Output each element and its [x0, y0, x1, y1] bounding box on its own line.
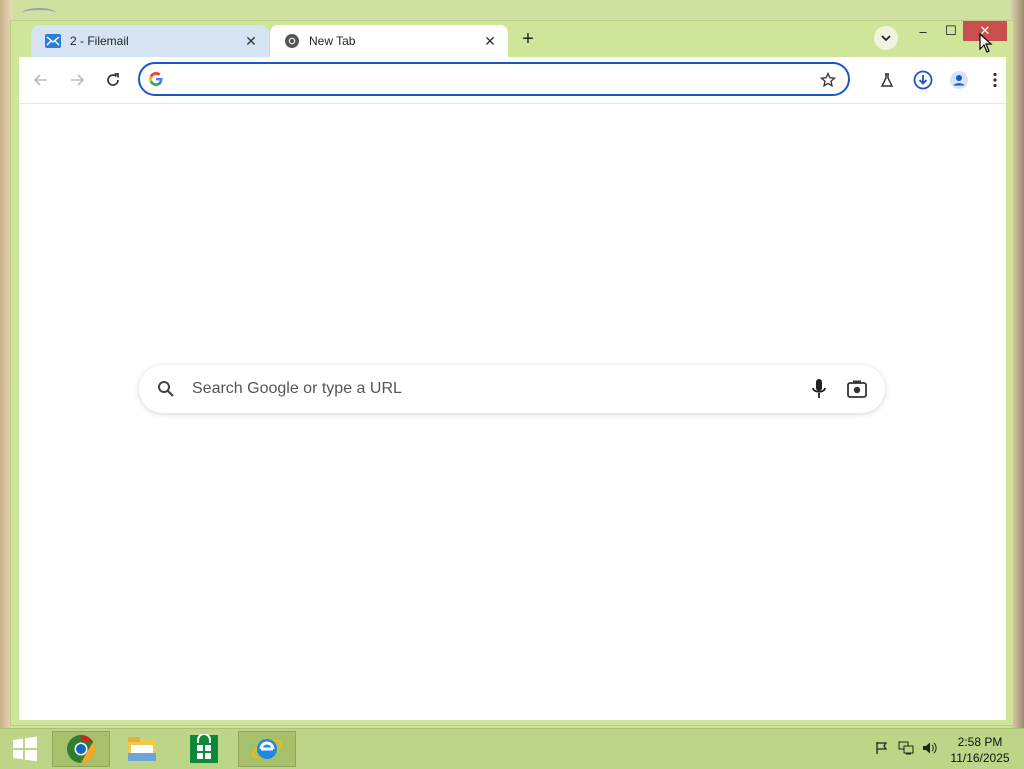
forward-arrow-icon	[71, 74, 85, 86]
internet-explorer-icon	[252, 739, 282, 759]
tab-search-button[interactable]	[874, 26, 898, 50]
back-button[interactable]	[29, 68, 53, 92]
tab-filemail[interactable]: 2 - Filemail ✕	[31, 25, 269, 57]
reload-button[interactable]	[101, 68, 125, 92]
omnibox-input[interactable]	[172, 70, 816, 90]
clock-date: 11/16/2025	[950, 751, 1010, 765]
ntp-search-box[interactable]: Search Google or type a URL	[139, 365, 885, 413]
camera-lens-icon[interactable]	[846, 379, 868, 399]
store-icon	[190, 734, 218, 763]
bookmark-button[interactable]	[818, 70, 838, 90]
chevron-down-icon	[881, 35, 891, 42]
ntp-search-placeholder: Search Google or type a URL	[192, 380, 402, 397]
network-icon[interactable]	[897, 739, 915, 757]
profile-button[interactable]	[947, 68, 971, 92]
taskbar: 2:58 PM 11/16/2025	[0, 728, 1024, 769]
mouse-cursor-icon	[979, 33, 993, 53]
windows-start-icon	[13, 736, 37, 762]
volume-icon[interactable]	[921, 739, 939, 757]
tab-new-tab[interactable]: New Tab ✕	[270, 25, 508, 57]
profile-icon	[950, 71, 968, 89]
forward-button[interactable]	[65, 68, 89, 92]
labs-flask-icon	[880, 73, 894, 87]
taskbar-file-explorer[interactable]	[113, 731, 171, 767]
tab-strip: 2 - Filemail ✕ New Tab ✕ + – ☐ ✕	[11, 21, 1013, 57]
plus-icon: +	[522, 27, 534, 50]
browser-toolbar	[19, 57, 1006, 103]
taskbar-internet-explorer[interactable]	[238, 731, 296, 767]
maximize-button[interactable]: ☐	[939, 21, 963, 41]
minimize-button[interactable]: –	[911, 21, 935, 41]
google-g-icon	[149, 72, 163, 86]
chrome-icon	[284, 33, 300, 49]
search-icon	[158, 381, 174, 397]
action-center-flag-icon[interactable]	[873, 739, 891, 757]
downloads-button[interactable]	[911, 68, 935, 92]
new-tab-page: Search Google or type a URL	[19, 103, 1006, 720]
file-explorer-icon	[128, 737, 156, 761]
reload-icon	[107, 73, 119, 86]
taskbar-chrome[interactable]	[52, 731, 110, 767]
labs-button[interactable]	[875, 68, 899, 92]
menu-button[interactable]	[983, 68, 1007, 92]
browser-window: 2 - Filemail ✕ New Tab ✕ + – ☐ ✕ Search …	[10, 20, 1014, 726]
download-icon	[913, 70, 933, 90]
chrome-icon	[67, 735, 95, 763]
desktop-icon-fragment	[22, 8, 56, 18]
taskbar-clock[interactable]: 2:58 PM 11/16/2025	[940, 734, 1020, 766]
start-button[interactable]	[0, 731, 50, 767]
tab-title: New Tab	[309, 34, 356, 48]
microphone-icon[interactable]	[809, 378, 829, 400]
new-tab-button[interactable]: +	[516, 27, 540, 51]
filemail-icon	[45, 33, 61, 49]
star-icon	[820, 72, 836, 88]
tab-close-icon[interactable]: ✕	[482, 33, 498, 49]
back-arrow-icon	[33, 74, 47, 86]
clock-time: 2:58 PM	[957, 735, 1003, 749]
menu-kebab-icon	[993, 72, 997, 88]
taskbar-store[interactable]	[175, 731, 233, 767]
address-bar[interactable]	[138, 62, 850, 96]
tab-close-icon[interactable]: ✕	[243, 33, 259, 49]
tab-title: 2 - Filemail	[70, 34, 129, 48]
